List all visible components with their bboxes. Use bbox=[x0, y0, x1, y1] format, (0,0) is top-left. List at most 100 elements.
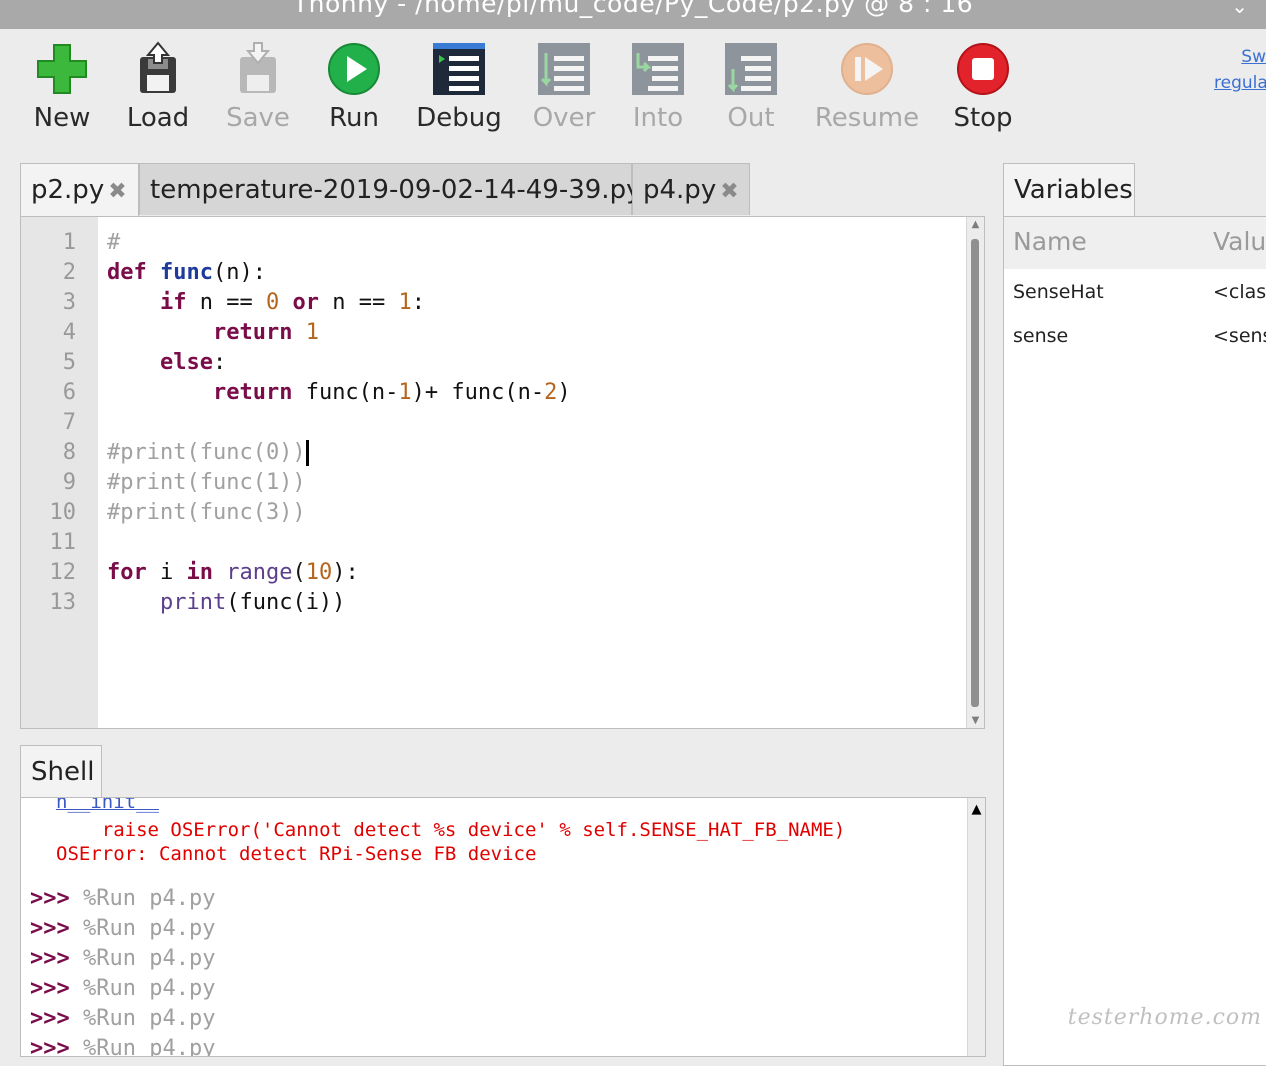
code-line-3: if n == 0 or n == 1: bbox=[159, 290, 425, 315]
switch-mode-link-line2[interactable]: regula bbox=[1214, 70, 1266, 96]
tab-label: Shell bbox=[31, 757, 95, 787]
line-number: 5 bbox=[62, 350, 76, 375]
run-button[interactable]: Run bbox=[306, 41, 402, 151]
variable-row[interactable]: sense <sens bbox=[1004, 314, 1266, 358]
line-number: 3 bbox=[62, 290, 76, 315]
traceback-link[interactable]: n__init__ bbox=[56, 798, 159, 814]
stop-button[interactable]: Stop bbox=[935, 41, 1031, 151]
shell-scrollbar[interactable]: ▲ bbox=[967, 798, 985, 1056]
shell-command: %Run p4.py bbox=[69, 1036, 216, 1057]
step-over-button[interactable]: Over bbox=[516, 41, 612, 151]
line-number: 9 bbox=[62, 470, 76, 495]
debug-icon bbox=[433, 43, 485, 95]
plus-icon bbox=[37, 44, 87, 94]
shell-command: %Run p4.py bbox=[69, 976, 216, 1001]
line-number: 8 bbox=[62, 440, 76, 465]
scroll-down-icon[interactable]: ▼ bbox=[967, 715, 984, 726]
stop-icon bbox=[957, 43, 1009, 95]
shell-prompt: >>> bbox=[30, 946, 70, 971]
variable-value: <class bbox=[1213, 281, 1266, 303]
variable-value: <sens bbox=[1213, 325, 1266, 347]
code-line-1: # bbox=[107, 230, 121, 255]
step-out-button[interactable]: Out bbox=[703, 41, 799, 151]
line-number-gutter: 1 2 3 4 5 6 7 8 9 10 11 12 13 bbox=[21, 217, 98, 728]
code-line-4: return 1 bbox=[212, 320, 319, 345]
shell-entry: >>> %Run p4.py bbox=[30, 884, 215, 914]
shell-prompt: >>> bbox=[30, 916, 70, 941]
shell-prompt: >>> bbox=[30, 976, 70, 1001]
code-line-2: def func(n): bbox=[107, 260, 266, 285]
shell-entry: >>> %Run p4.py bbox=[30, 974, 215, 1004]
variable-name: sense bbox=[1013, 325, 1069, 347]
resume-icon bbox=[841, 43, 893, 95]
shell-prompt: >>> bbox=[30, 886, 70, 911]
save-button[interactable]: Save bbox=[210, 41, 306, 151]
scroll-up-icon[interactable]: ▲ bbox=[968, 802, 985, 817]
tab-variables[interactable]: Variables bbox=[1003, 163, 1135, 217]
line-number: 7 bbox=[62, 410, 76, 435]
code-text[interactable]: # def func(n): if n == 0 or n == 1: retu… bbox=[107, 217, 964, 728]
line-number: 4 bbox=[62, 320, 76, 345]
shell-console[interactable]: n__init__ raise OSError('Cannot detect %… bbox=[20, 797, 986, 1057]
shell-command: %Run p4.py bbox=[69, 886, 216, 911]
variable-row[interactable]: SenseHat <class bbox=[1004, 270, 1266, 314]
line-number: 11 bbox=[49, 530, 77, 555]
editor-scrollbar[interactable]: ▲ ▼ bbox=[966, 217, 984, 728]
shell-command: %Run p4.py bbox=[69, 916, 216, 941]
code-line-5: else: bbox=[159, 350, 227, 375]
line-number: 6 bbox=[62, 380, 76, 405]
window-titlebar: Thonny - /home/pi/mu_code/Py_Code/p2.py … bbox=[0, 0, 1266, 29]
shell-entry: >>> %Run p4.py bbox=[30, 914, 215, 944]
floppy-save-icon bbox=[240, 42, 276, 93]
new-button[interactable]: New bbox=[14, 41, 110, 151]
close-icon[interactable]: ✖ bbox=[720, 179, 738, 204]
close-icon[interactable]: ✖ bbox=[108, 179, 126, 204]
tab-temperature[interactable]: temperature-2019-09-02-14-49-39.py✖ bbox=[139, 163, 664, 215]
resume-button[interactable]: Resume bbox=[815, 41, 919, 151]
tab-label: p4.py bbox=[643, 175, 717, 205]
code-line-13: print(func(i)) bbox=[159, 590, 346, 615]
line-number: 12 bbox=[49, 560, 77, 585]
shell-command: %Run p4.py bbox=[69, 946, 216, 971]
code-line-8: #print(func(0)) bbox=[107, 438, 309, 468]
line-number: 13 bbox=[49, 590, 77, 615]
play-icon bbox=[328, 43, 380, 95]
column-header-name[interactable]: Name bbox=[1013, 227, 1087, 256]
shell-entry: >>> %Run p4.py bbox=[30, 944, 215, 974]
error-line: OSError: Cannot detect RPi-Sense FB devi… bbox=[56, 843, 537, 865]
step-out-icon bbox=[725, 43, 777, 95]
tab-p2[interactable]: p2.py ✖ bbox=[20, 163, 139, 217]
scroll-up-icon[interactable]: ▲ bbox=[967, 219, 984, 230]
load-button[interactable]: Load bbox=[110, 41, 206, 151]
error-line: raise OSError('Cannot detect %s device' … bbox=[56, 819, 846, 841]
variable-name: SenseHat bbox=[1013, 281, 1104, 303]
step-into-button[interactable]: Into bbox=[610, 41, 706, 151]
window-title: Thonny - /home/pi/mu_code/Py_Code/p2.py … bbox=[292, 0, 974, 18]
variables-panel: Name Valu SenseHat <class sense <sens bbox=[1003, 216, 1266, 1066]
column-header-value[interactable]: Valu bbox=[1213, 227, 1266, 256]
variables-header: Name Valu bbox=[1004, 217, 1266, 269]
code-line-6: return func(n-1)+ func(n-2) bbox=[212, 380, 571, 405]
line-number: 10 bbox=[49, 500, 77, 525]
switch-mode-link[interactable]: Sw regula bbox=[1214, 44, 1266, 96]
tab-label: temperature-2019-09-02-14-49-39.py bbox=[150, 175, 642, 205]
step-over-icon bbox=[538, 43, 590, 95]
code-line-12: for i in range(10): bbox=[107, 560, 359, 585]
scroll-thumb[interactable] bbox=[971, 239, 979, 707]
tab-p4[interactable]: p4.py ✖ bbox=[632, 163, 750, 215]
code-line-10: #print(func(3)) bbox=[107, 500, 306, 525]
toolbar: New Load Save Run Debug Over Into Out Re… bbox=[0, 29, 1266, 154]
shell-entry: >>> %Run p4.py bbox=[30, 1004, 215, 1034]
debug-button[interactable]: Debug bbox=[411, 41, 507, 151]
line-number: 1 bbox=[62, 230, 76, 255]
chevron-down-icon[interactable]: ⌄ bbox=[1231, 0, 1248, 18]
stop-button-label: Stop bbox=[953, 103, 1013, 133]
shell-prompt: >>> bbox=[30, 1036, 70, 1057]
code-editor[interactable]: 1 2 3 4 5 6 7 8 9 10 11 12 13 # def func… bbox=[20, 216, 985, 729]
switch-mode-link-line1[interactable]: Sw bbox=[1214, 44, 1266, 70]
floppy-load-icon bbox=[140, 41, 176, 93]
watermark: testerhome.com bbox=[1067, 1005, 1262, 1030]
tab-shell[interactable]: Shell bbox=[20, 745, 102, 799]
step-into-icon bbox=[632, 43, 684, 95]
tab-label: p2.py bbox=[31, 175, 105, 205]
